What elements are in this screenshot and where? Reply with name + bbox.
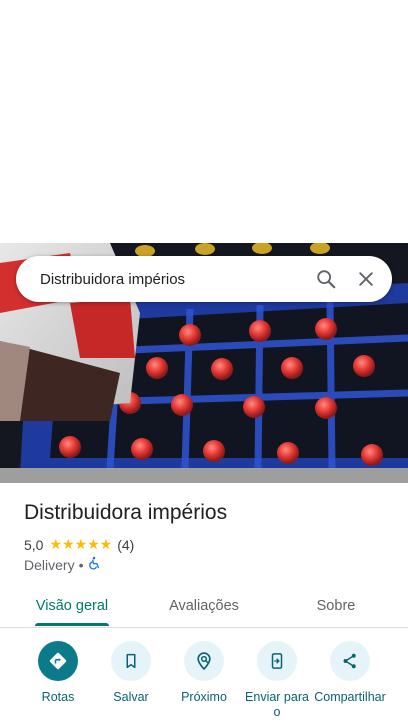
place-category: Delivery bbox=[24, 556, 75, 573]
nearby-label: Próximo bbox=[181, 690, 227, 704]
rating-row[interactable]: 5,0 ★★★★★ (4) bbox=[24, 536, 134, 553]
action-buttons: Rotas Salvar Próximo Enviar para o Compa… bbox=[0, 641, 408, 726]
directions-button[interactable]: Rotas bbox=[21, 641, 95, 705]
bookmark-icon[interactable] bbox=[111, 641, 151, 681]
tab-sobre[interactable]: Sobre bbox=[284, 584, 388, 627]
star-rating-icon: ★★★★★ bbox=[49, 536, 113, 552]
close-icon[interactable] bbox=[346, 259, 386, 299]
send-to-phone-icon[interactable] bbox=[257, 641, 297, 681]
separator-dot: • bbox=[78, 556, 84, 573]
category-row: Delivery • bbox=[24, 556, 101, 573]
send-to-phone-label: Enviar para o bbox=[245, 690, 309, 719]
tab-avaliacoes[interactable]: Avaliações bbox=[152, 584, 256, 627]
directions-icon[interactable] bbox=[38, 641, 78, 681]
nearby-button[interactable]: Próximo bbox=[167, 641, 241, 705]
place-title: Distribuidora impérios bbox=[24, 501, 228, 524]
send-to-phone-button[interactable]: Enviar para o bbox=[240, 641, 314, 720]
share-icon[interactable] bbox=[330, 641, 370, 681]
place-tabs: Visão geral Avaliações Sobre bbox=[0, 584, 408, 628]
save-button[interactable]: Salvar bbox=[94, 641, 168, 705]
directions-label: Rotas bbox=[41, 690, 75, 704]
tab-visao-geral[interactable]: Visão geral bbox=[20, 584, 124, 627]
search-bar[interactable]: Distribuidora impérios bbox=[16, 256, 392, 302]
wheelchair-icon bbox=[87, 556, 101, 573]
nearby-icon[interactable] bbox=[184, 641, 224, 681]
share-label: Compartilhar bbox=[314, 690, 386, 704]
review-count[interactable]: (4) bbox=[117, 537, 134, 553]
search-icon[interactable] bbox=[306, 259, 346, 299]
search-query-text[interactable]: Distribuidora impérios bbox=[40, 271, 306, 288]
share-button[interactable]: Compartilhar bbox=[313, 641, 387, 705]
map-blank-area bbox=[0, 0, 408, 243]
rating-value: 5,0 bbox=[24, 536, 44, 553]
active-tab-indicator bbox=[35, 623, 109, 626]
save-label: Salvar bbox=[113, 690, 149, 704]
